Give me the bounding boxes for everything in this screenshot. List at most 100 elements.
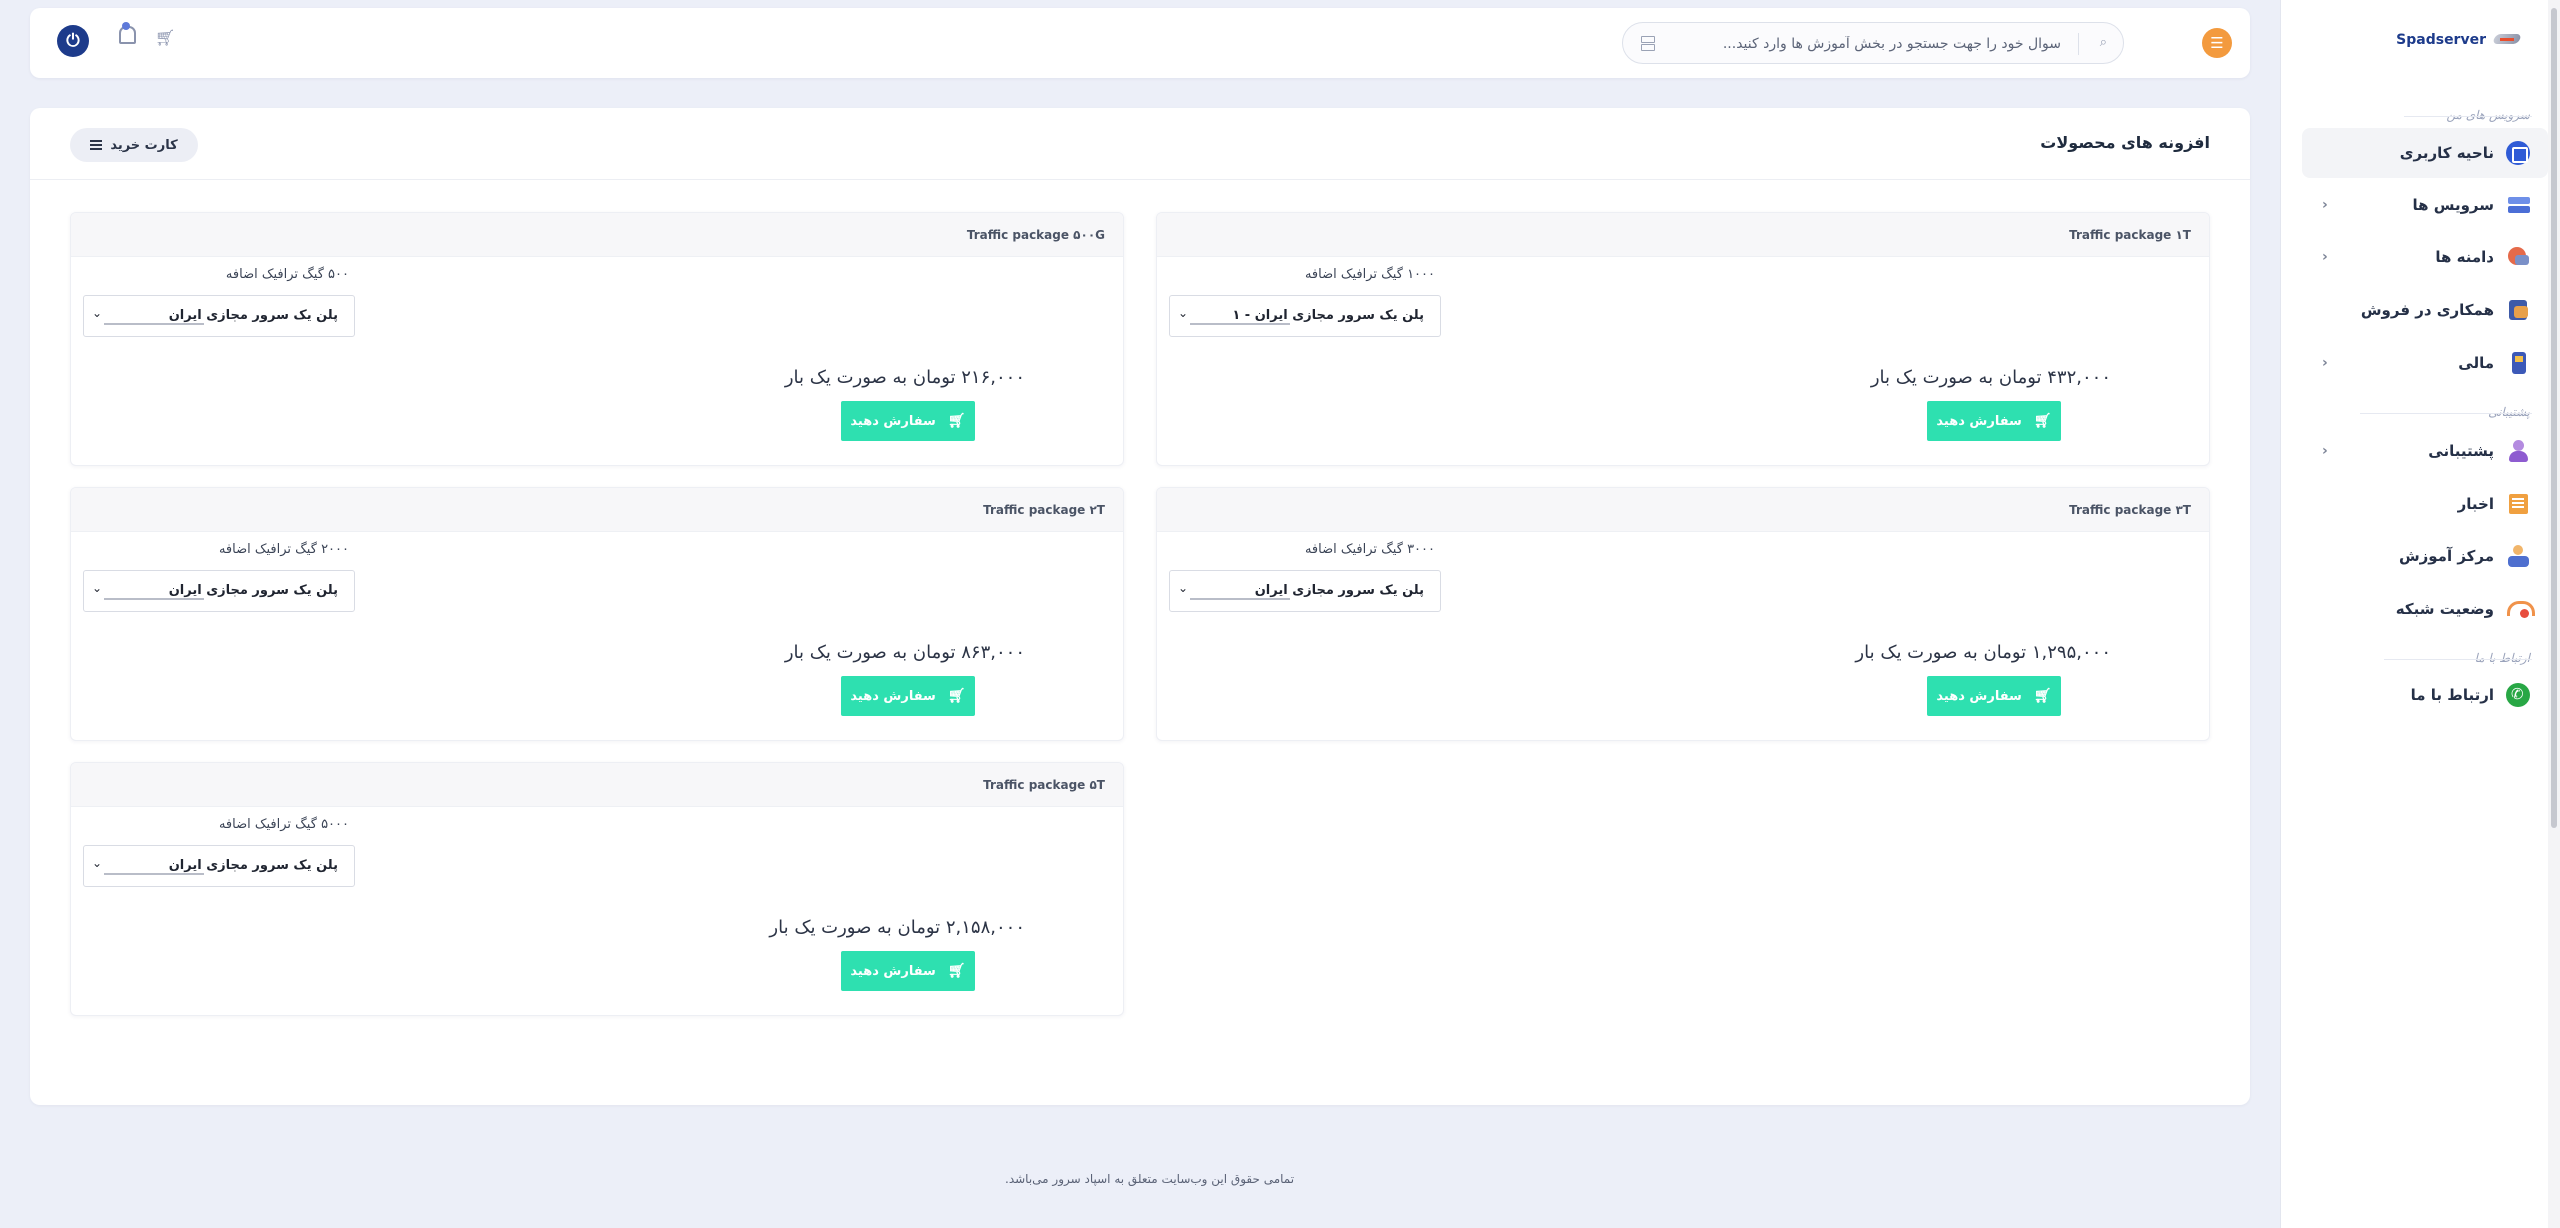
section-label-support: پشتیبانی: [2488, 405, 2530, 419]
sidebar-scrollbar[interactable]: [2548, 0, 2560, 1228]
product-price: ۲,۱۵۸,۰۰۰ تومان به صورت یک بار: [769, 917, 1025, 938]
product-description: ۳۰۰۰ گیگ ترافیک اضافه: [1304, 542, 1435, 557]
bell-icon[interactable]: [116, 22, 136, 44]
product-price: ۴۳۲,۰۰۰ تومان به صورت یک بار: [1870, 367, 2111, 388]
cart-button[interactable]: کارت خرید: [70, 128, 198, 162]
product-description: ۵۰۰۰ گیگ ترافیک اضافه: [218, 817, 349, 832]
news-icon: [2506, 492, 2530, 516]
main-panel: افزونه های محصولات کارت خرید Traffic pac…: [30, 108, 2250, 1105]
chevron-left-icon[interactable]: ‹: [2322, 197, 2328, 213]
sidebar-item-services[interactable]: سرویس ها ‹: [2304, 180, 2560, 230]
list-icon: [90, 140, 103, 150]
product-card: Traffic package ۲T ۲۰۰۰ گیگ ترافیک اضافه…: [70, 487, 1124, 741]
menu-icon[interactable]: ☰: [2202, 28, 2232, 58]
order-button-label: سفارش دهید: [850, 688, 936, 704]
product-card: Traffic package ۳T ۳۰۰۰ گیگ ترافیک اضافه…: [1156, 487, 2210, 741]
chevron-left-icon[interactable]: ‹: [2322, 443, 2328, 459]
chevron-down-icon: ⌄: [92, 306, 103, 320]
chevron-left-icon[interactable]: ‹: [2322, 249, 2328, 265]
order-button[interactable]: 🛒︎ سفارش دهید: [1927, 401, 2061, 441]
home-icon: [2506, 141, 2530, 165]
product-price: ۸۶۳,۰۰۰ تومان به صورت یک بار: [784, 642, 1025, 663]
order-button-label: سفارش دهید: [1936, 413, 2022, 429]
plan-select-value: پلن یک سرور مجازی ایران: [168, 858, 338, 873]
product-card-header: Traffic package ۳T: [1157, 488, 2209, 532]
power-icon[interactable]: ⏻: [57, 25, 89, 57]
sidebar-item-label: پشتیبانی: [2428, 442, 2494, 460]
top-header: ⏻ 🛒︎ ⌕ ☰: [30, 8, 2250, 78]
product-description: ۱۰۰۰ گیگ ترافیک اضافه: [1304, 267, 1435, 282]
server-filter-icon[interactable]: [1641, 35, 1655, 51]
cart-icon[interactable]: 🛒︎: [155, 28, 175, 47]
sidebar-item-label: مرکز آموزش: [2398, 547, 2494, 565]
search-input[interactable]: [1701, 33, 2061, 55]
order-button-label: سفارش دهید: [850, 413, 936, 429]
section-label-my-services: سرویس های من: [2446, 108, 2530, 122]
sidebar-item-education[interactable]: مرکز آموزش: [2304, 531, 2560, 581]
divider: [2078, 33, 2079, 55]
order-button[interactable]: 🛒︎ سفارش دهید: [841, 951, 975, 991]
redacted-line: [1190, 323, 1290, 325]
product-name: Traffic package ۱T: [2069, 227, 2191, 242]
cart-button-label: کارت خرید: [110, 137, 178, 153]
support-icon: [2506, 439, 2530, 463]
product-card: Traffic package ۱T ۱۰۰۰ گیگ ترافیک اضافه…: [1156, 212, 2210, 466]
sidebar-item-label: اخبار: [2457, 495, 2494, 513]
brand-logo[interactable]: Spadserver: [2396, 30, 2522, 50]
sidebar-item-label: ناحیه کاربری: [2399, 144, 2494, 162]
phone-icon: [2506, 683, 2530, 707]
cart-icon: 🛒︎: [947, 688, 966, 704]
sidebar-item-finance[interactable]: مالی ‹: [2304, 338, 2560, 388]
chevron-down-icon: ⌄: [1178, 306, 1189, 320]
order-button[interactable]: 🛒︎ سفارش دهید: [1927, 676, 2061, 716]
plan-select[interactable]: پلن یک سرور مجازی ایران ⌄: [83, 295, 355, 337]
sidebar-item-dashboard[interactable]: ناحیه کاربری: [2302, 128, 2548, 178]
plan-select[interactable]: پلن یک سرور مجازی ایران ⌄: [1169, 570, 1441, 612]
product-name: Traffic package ۲T: [983, 502, 1105, 517]
order-button-label: سفارش دهید: [1936, 688, 2022, 704]
domain-icon: [2506, 245, 2530, 269]
sidebar-item-affiliate[interactable]: همکاری در فروش: [2304, 285, 2560, 335]
sidebar-item-label: دامنه ها: [2435, 248, 2494, 266]
sidebar-item-network-status[interactable]: وضعیت شبکه: [2304, 584, 2560, 634]
order-button[interactable]: 🛒︎ سفارش دهید: [841, 676, 975, 716]
chevron-left-icon[interactable]: ‹: [2322, 355, 2328, 371]
plan-select[interactable]: پلن یک سرور مجازی ایران ⌄: [83, 570, 355, 612]
plan-select[interactable]: پلن یک سرور مجازی ایران ⌄: [83, 845, 355, 887]
product-card-header: Traffic package ۵T: [71, 763, 1123, 807]
server-icon: [2506, 193, 2530, 217]
sidebar-item-domains[interactable]: دامنه ها ‹: [2304, 232, 2560, 282]
cart-icon: 🛒︎: [947, 413, 966, 429]
cart-icon: 🛒︎: [2033, 688, 2052, 704]
search-icon[interactable]: ⌕: [2100, 35, 2107, 50]
product-card: Traffic package ۵T ۵۰۰۰ گیگ ترافیک اضافه…: [70, 762, 1124, 1016]
education-icon: [2506, 544, 2530, 568]
product-name: Traffic package ۵۰۰G: [966, 227, 1105, 242]
chevron-down-icon: ⌄: [92, 581, 103, 595]
cart-icon: 🛒︎: [947, 963, 966, 979]
network-status-icon: [2506, 597, 2535, 621]
plan-select-value: پلن یک سرور مجازی ایران: [1254, 583, 1424, 598]
chevron-down-icon: ⌄: [92, 856, 103, 870]
sidebar-item-support[interactable]: پشتیبانی ‹: [2304, 426, 2560, 476]
sidebar-item-label: ارتباط با ما: [2410, 686, 2494, 704]
cart-icon: 🛒︎: [2033, 413, 2052, 429]
product-price: ۲۱۶,۰۰۰ تومان به صورت یک بار: [784, 367, 1025, 388]
product-card-header: Traffic package ۲T: [71, 488, 1123, 532]
product-name: Traffic package ۳T: [2069, 502, 2191, 517]
sidebar-item-contact[interactable]: ارتباط با ما: [2304, 670, 2560, 720]
sidebar-item-news[interactable]: اخبار: [2304, 479, 2560, 529]
partner-icon: [2506, 298, 2530, 322]
order-button[interactable]: 🛒︎ سفارش دهید: [841, 401, 975, 441]
product-card: Traffic package ۵۰۰G ۵۰۰ گیگ ترافیک اضاف…: [70, 212, 1124, 466]
plan-select-value: پلن یک سرور مجازی ایران: [168, 308, 338, 323]
divider: [2404, 116, 2532, 117]
search-box: ⌕: [1622, 22, 2124, 64]
sidebar-item-label: همکاری در فروش: [2360, 301, 2494, 319]
plan-select-value: پلن یک سرور مجازی ایران - ۱: [1232, 308, 1424, 323]
scrollbar-thumb[interactable]: [2551, 8, 2557, 828]
divider: [2360, 413, 2532, 414]
redacted-line: [1190, 598, 1290, 600]
plan-select[interactable]: پلن یک سرور مجازی ایران - ۱ ⌄: [1169, 295, 1441, 337]
divider: [2384, 659, 2532, 660]
